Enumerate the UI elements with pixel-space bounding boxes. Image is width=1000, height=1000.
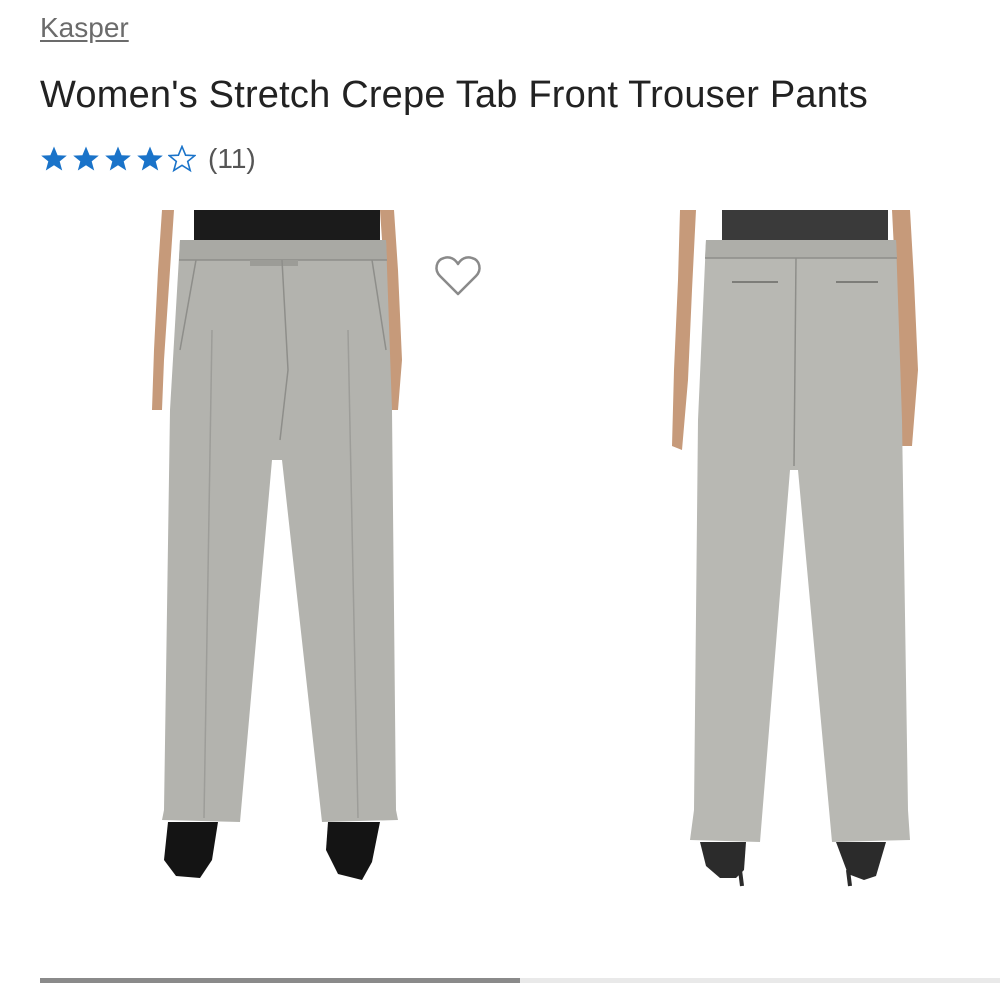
star-filled-icon [41, 146, 67, 171]
heart-outline-icon[interactable] [434, 254, 482, 298]
star-filled-icon [137, 146, 163, 171]
review-count[interactable]: (11) [208, 144, 256, 174]
rating-stars [40, 145, 200, 173]
star-filled-icon [73, 146, 99, 171]
carousel-progress-track [40, 978, 1000, 983]
product-image-front[interactable] [140, 210, 420, 890]
carousel-progress-fill [40, 978, 520, 983]
product-image-back[interactable] [660, 210, 930, 890]
star-filled-icon [105, 146, 131, 171]
star-outline-icon [168, 145, 196, 173]
brand-link[interactable]: Kasper [40, 12, 129, 44]
product-image-carousel[interactable] [0, 210, 1000, 900]
product-title: Women's Stretch Crepe Tab Front Trouser … [40, 74, 868, 116]
rating[interactable]: (11) [40, 144, 256, 174]
